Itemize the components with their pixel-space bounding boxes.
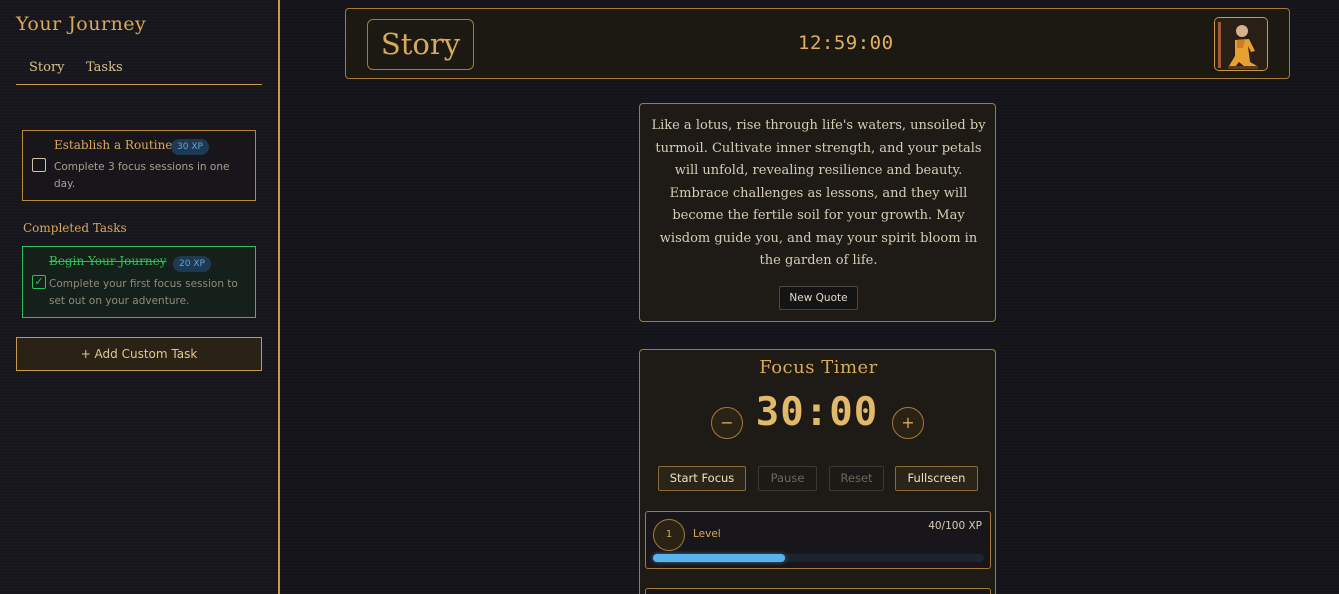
- xp-progress-fill: [653, 554, 786, 562]
- timer-display: 30:00: [755, 390, 879, 435]
- level-panel: 1 Level 40/100 XP: [645, 511, 991, 569]
- start-focus-button[interactable]: Start Focus: [658, 466, 746, 491]
- xp-badge: 20 XP: [173, 256, 211, 272]
- xp-progress-bar: [653, 554, 984, 562]
- monk-avatar-icon: [1215, 18, 1267, 70]
- increase-time-button[interactable]: +: [892, 407, 924, 439]
- add-custom-task-button[interactable]: + Add Custom Task: [16, 337, 262, 371]
- focus-timer-card: Focus Timer − 30:00 + Start Focus Pause …: [639, 349, 996, 594]
- task-description: Complete your first focus session to set…: [49, 278, 238, 307]
- fullscreen-button[interactable]: Fullscreen: [895, 466, 978, 491]
- tab-tasks[interactable]: Tasks: [86, 60, 123, 75]
- decrease-time-button[interactable]: −: [711, 407, 743, 439]
- task-card-establish-routine: Establish a Routine 30 XP Complete 3 foc…: [22, 130, 256, 201]
- level-label: Level: [693, 528, 721, 540]
- new-quote-button[interactable]: New Quote: [779, 286, 858, 310]
- header-clock: 12:59:00: [798, 32, 894, 54]
- xp-badge: 30 XP: [171, 139, 209, 155]
- sidebar-title: Your Journey: [16, 13, 147, 35]
- quote-card: Like a lotus, rise through life's waters…: [639, 103, 996, 322]
- sidebar: Your Journey Story Tasks Establish a Rou…: [0, 0, 280, 594]
- page-title: Story: [367, 19, 474, 70]
- task-title: Begin Your Journey: [49, 254, 167, 268]
- sidebar-tabs: Story Tasks: [16, 58, 262, 85]
- avatar[interactable]: [1214, 17, 1268, 71]
- header-bar: Story 12:59:00: [345, 8, 1290, 79]
- quote-text: Like a lotus, rise through life's waters…: [651, 118, 986, 268]
- task-card-begin-journey: ✓ Begin Your Journey 20 XP Complete your…: [22, 246, 256, 318]
- tab-story[interactable]: Story: [29, 60, 65, 75]
- task-title: Establish a Routine: [54, 138, 173, 152]
- pause-button[interactable]: Pause: [758, 466, 817, 491]
- task-description: Complete 3 focus sessions in one day.: [54, 161, 230, 190]
- completed-tasks-heading: Completed Tasks: [23, 221, 127, 235]
- task-checkbox-checked[interactable]: ✓: [32, 275, 46, 289]
- level-number: 1: [653, 519, 685, 551]
- next-panel: [645, 588, 991, 594]
- xp-progress-text: 40/100 XP: [928, 520, 982, 532]
- reset-button[interactable]: Reset: [829, 466, 884, 491]
- task-checkbox[interactable]: [32, 158, 46, 172]
- focus-timer-title: Focus Timer: [759, 357, 878, 378]
